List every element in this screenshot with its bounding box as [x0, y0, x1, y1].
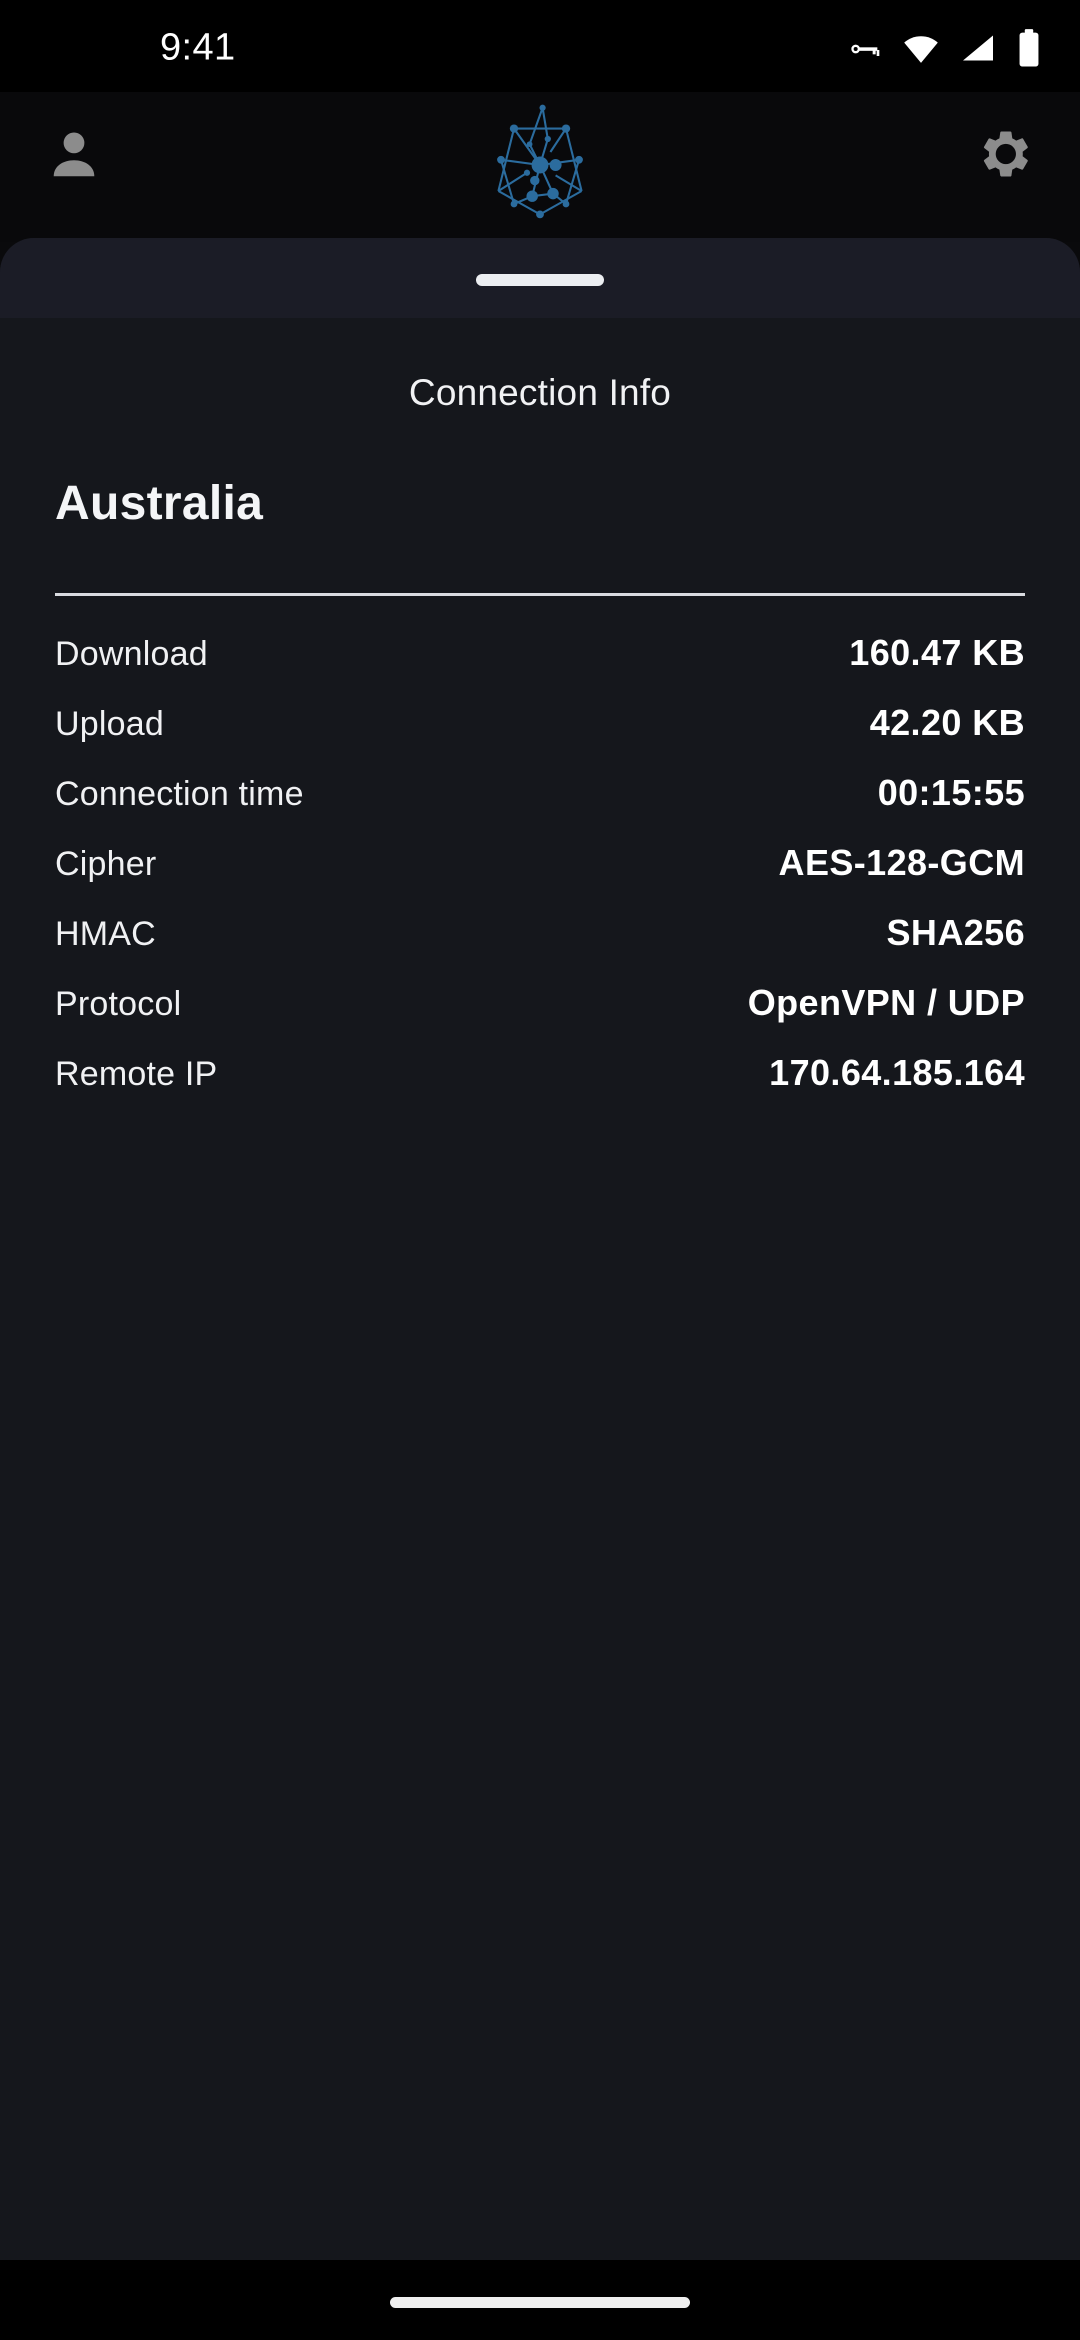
- status-bar-icons: [844, 26, 1044, 70]
- row-label-hmac: HMAC: [55, 915, 156, 953]
- status-bar: 9:41: [0, 0, 1080, 92]
- row-label-remote-ip: Remote IP: [55, 1055, 218, 1093]
- table-row: Upload 42.20 KB: [55, 702, 1025, 772]
- settings-button[interactable]: [970, 120, 1042, 192]
- row-value-connection-time: 00:15:55: [877, 772, 1025, 813]
- divider: [55, 593, 1025, 596]
- country-name: Australia: [55, 477, 264, 530]
- gear-icon: [979, 127, 1033, 186]
- person-icon: [45, 125, 103, 188]
- table-row: Download 160.47 KB: [55, 632, 1025, 702]
- home-gesture-pill[interactable]: [390, 2297, 690, 2308]
- row-value-protocol: OpenVPN / UDP: [747, 982, 1025, 1023]
- row-label-upload: Upload: [55, 705, 164, 743]
- table-row: Protocol OpenVPN / UDP: [55, 982, 1025, 1052]
- battery-icon: [1014, 27, 1044, 69]
- sheet-content: Australia Download 160.47 KB Upload 42.2…: [0, 476, 1080, 1122]
- sheet-drag-area[interactable]: [0, 238, 1080, 318]
- row-label-cipher: Cipher: [55, 845, 157, 883]
- row-label-protocol: Protocol: [55, 985, 182, 1023]
- system-navigation-bar: [0, 2260, 1080, 2340]
- status-bar-clock: 9:41: [160, 26, 236, 69]
- profile-button[interactable]: [38, 120, 110, 192]
- table-row: Remote IP 170.64.185.164: [55, 1052, 1025, 1122]
- row-value-cipher: AES-128-GCM: [778, 842, 1025, 883]
- row-label-download: Download: [55, 635, 208, 673]
- vpn-key-icon: [844, 28, 884, 68]
- table-row: Cipher AES-128-GCM: [55, 842, 1025, 912]
- phone-screen: 9:41 Connection Info Australia Download …: [0, 0, 1080, 2340]
- wifi-icon: [900, 27, 942, 69]
- drag-handle[interactable]: [476, 274, 604, 286]
- network-nodes-logo-icon: [475, 100, 605, 230]
- sheet-title: Connection Info: [408, 372, 672, 413]
- row-value-remote-ip: 170.64.185.164: [769, 1052, 1025, 1093]
- table-row: HMAC SHA256: [55, 912, 1025, 982]
- row-value-download: 160.47 KB: [849, 632, 1025, 673]
- connection-info-sheet: Connection Info Australia Download 160.4…: [0, 238, 1080, 2260]
- row-value-hmac: SHA256: [886, 912, 1025, 953]
- table-row: Connection time 00:15:55: [55, 772, 1025, 842]
- row-label-connection-time: Connection time: [55, 775, 304, 813]
- row-value-upload: 42.20 KB: [869, 702, 1025, 743]
- cellular-signal-icon: [958, 28, 998, 68]
- connection-details-list: Download 160.47 KB Upload 42.20 KB Conne…: [55, 632, 1025, 1122]
- app-header: [0, 92, 1080, 242]
